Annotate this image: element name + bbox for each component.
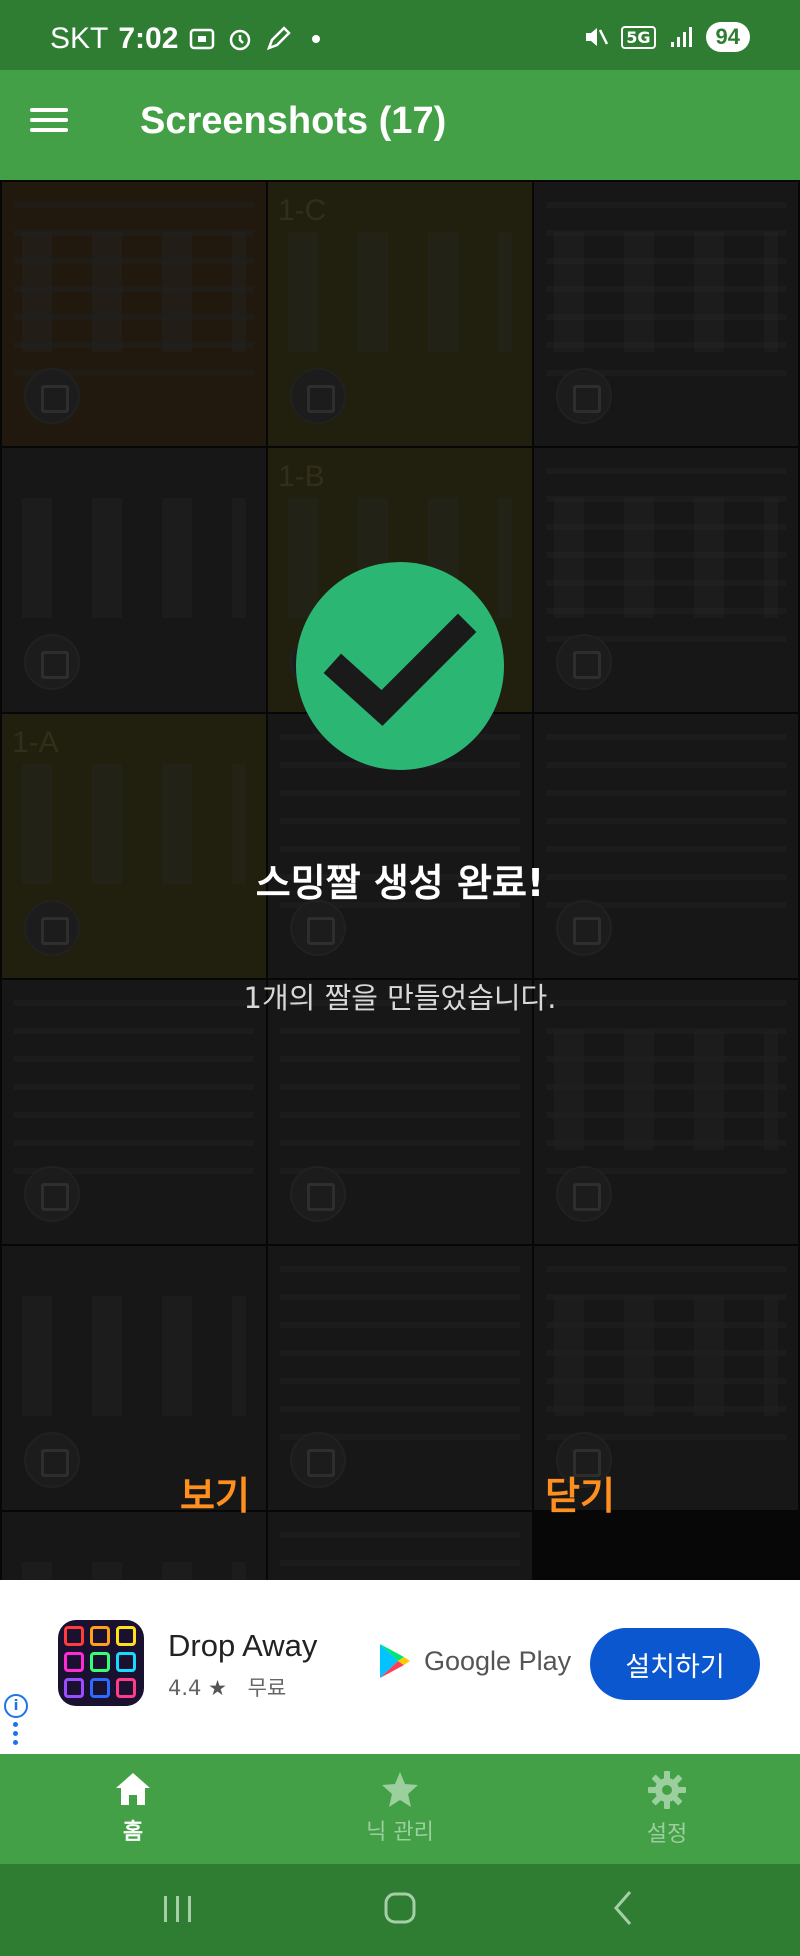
ad-app-icon[interactable] — [58, 1620, 144, 1706]
google-play-icon — [380, 1644, 410, 1678]
nav-item-nick[interactable]: 닉 관리 — [267, 1754, 533, 1864]
clock: 7:02 — [118, 22, 179, 55]
star-icon — [382, 1772, 418, 1807]
install-button[interactable]: 설치하기 — [590, 1628, 760, 1700]
nav-label-home: 홈 — [122, 1820, 144, 1845]
ad-info-icon[interactable]: i — [4, 1694, 28, 1718]
recent-apps-icon[interactable] — [158, 1888, 198, 1928]
dialog-title: 스밍짤 생성 완료! — [255, 861, 545, 905]
nav-label-nick: 닉 관리 — [366, 1820, 434, 1845]
nav-item-home[interactable]: 홈 — [0, 1754, 266, 1864]
status-bar: SKT 7:02 5G 94 — [0, 0, 800, 70]
nav-item-settings[interactable]: 설정 — [534, 1754, 800, 1864]
screenshot-icon — [190, 28, 215, 50]
menu-icon[interactable] — [30, 102, 80, 152]
nav-label-settings: 설정 — [646, 1822, 688, 1847]
close-button[interactable]: 닫기 — [545, 1465, 615, 1520]
gear-icon — [648, 1771, 686, 1809]
ad-rating: 4.4 ★ 무료 — [168, 1672, 286, 1702]
ad-options-icon[interactable] — [13, 1722, 19, 1749]
ad-banner[interactable]: Drop Away 4.4 ★ 무료 Google Play 설치하기 i — [0, 1580, 800, 1754]
dialog-message: 1개의 짤을 만들었습니다. — [243, 981, 557, 1015]
back-icon[interactable] — [604, 1888, 644, 1928]
mute-icon — [586, 28, 609, 46]
home-button-icon[interactable] — [380, 1888, 420, 1928]
google-play-badge[interactable]: Google Play — [378, 1642, 571, 1680]
google-play-label: Google Play — [424, 1645, 572, 1676]
page-title: Screenshots (17) — [140, 100, 447, 142]
network-label: 5G — [621, 25, 656, 49]
app-bar: Screenshots (17) — [0, 70, 800, 180]
bottom-nav: 홈 닉 관리 설정 — [0, 1754, 800, 1864]
alarm-icon — [230, 29, 251, 51]
ad-app-name[interactable]: Drop Away — [168, 1628, 317, 1664]
star-icon: ★ — [208, 1676, 227, 1700]
ad-rating-value: 4.4 — [168, 1676, 202, 1700]
system-nav-bar — [0, 1864, 800, 1956]
battery-indicator: 94 — [705, 22, 750, 52]
ad-price: 무료 — [247, 1676, 287, 1700]
status-left: SKT 7:02 — [50, 22, 330, 56]
signal-icon — [670, 27, 692, 47]
home-icon — [116, 1773, 150, 1805]
carrier-label: SKT — [50, 22, 109, 55]
success-check-icon — [296, 562, 504, 770]
view-button[interactable]: 보기 — [180, 1465, 250, 1520]
dot-icon — [312, 35, 321, 43]
pen-icon — [267, 26, 292, 51]
status-right: 5G 94 — [583, 22, 750, 52]
